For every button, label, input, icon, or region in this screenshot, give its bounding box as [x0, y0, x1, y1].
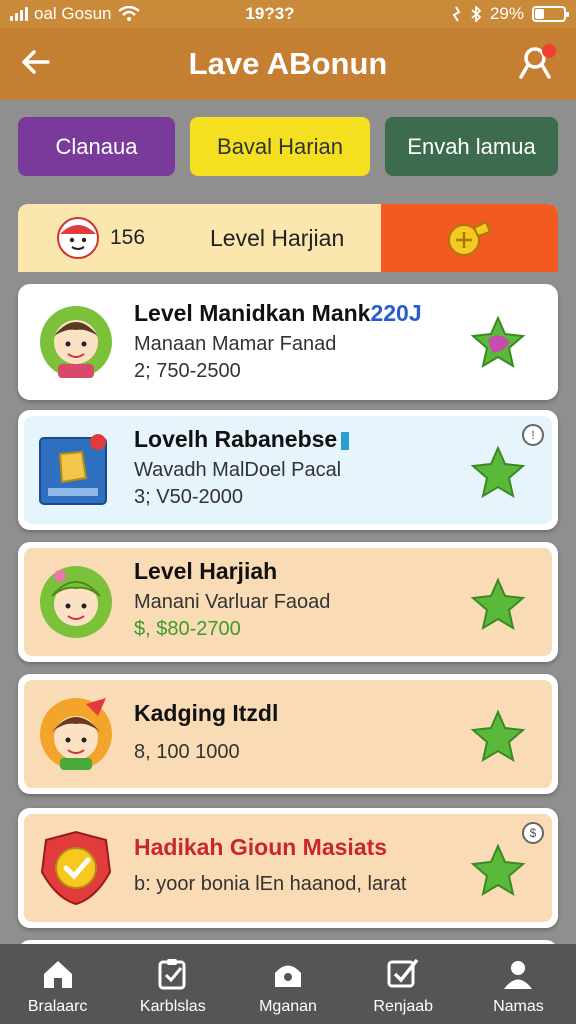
battery-icon	[532, 6, 569, 22]
checkbox-icon	[387, 958, 419, 988]
page-title: Lave ABonun	[188, 46, 388, 81]
nav-label: Mganan	[259, 998, 317, 1015]
status-bar: oal Gosun 19?3? 29%	[0, 0, 576, 28]
badge-check-icon	[40, 830, 112, 906]
back-arrow-icon[interactable]	[18, 44, 54, 80]
nav-label: Bralaarc	[27, 998, 88, 1015]
tab-clanaua[interactable]: Clanaua	[18, 117, 175, 176]
character-girl-icon	[40, 306, 112, 378]
nav-label: Namas	[493, 998, 544, 1015]
card-range: $, $80-2700	[134, 618, 241, 640]
signal-icon	[10, 7, 28, 21]
info-icon[interactable]: $	[522, 822, 544, 844]
star-icon[interactable]	[468, 842, 528, 898]
character-girl-icon	[40, 566, 112, 638]
list-item[interactable]: Hadikah Gioun Masiats b: yoor bonia lEn …	[18, 808, 558, 928]
battery-percent: 29%	[489, 4, 524, 23]
star-icon[interactable]	[468, 576, 528, 632]
summary-count: 156	[110, 226, 146, 249]
nav-label: Renjaab	[373, 998, 434, 1015]
card-title: Level Manidkan Mank	[134, 300, 371, 326]
list-item[interactable]: Kadging Itzdl 8, 100 1000	[18, 674, 558, 794]
card-range: 2; 750-2500	[134, 360, 241, 382]
main-content: Clanaua Baval Harian Envah lamua 156 Lev…	[0, 100, 576, 944]
card-title-marker	[341, 431, 350, 450]
user-icon	[504, 961, 533, 989]
card-title: Kadging Itzdl	[134, 700, 279, 726]
nav-item-karblslas[interactable]: Karblslas	[115, 944, 230, 1024]
app-header: Lave ABonun	[0, 28, 576, 100]
list-item[interactable]: Level Harjiah Manani Varluar Faoad $, $8…	[18, 542, 558, 662]
info-icon[interactable]: !	[522, 424, 544, 446]
list-item[interactable]: Level Manidkan Mank220J Manaan Mamar Fan…	[18, 284, 558, 400]
card-range: 3; V50-2000	[134, 486, 243, 508]
avatar	[57, 217, 99, 259]
card-subtitle: Wavadh MalDoel Pacal	[134, 459, 342, 481]
nav-item-namas[interactable]: Namas	[461, 944, 576, 1024]
card-subtitle: Manaan Mamar Fanad	[134, 333, 337, 355]
card-title-suffix: 220J	[370, 300, 422, 326]
summary-header: 156 Level Harjian	[18, 204, 558, 272]
nav-item-bralaarc[interactable]: Bralaarc	[0, 944, 115, 1024]
bluetooth-icon	[471, 6, 482, 22]
bottom-nav: Bralaarc Karblslas Mganan Renjaab Namas	[0, 944, 576, 1024]
house-icon	[275, 965, 301, 987]
character-kid-icon	[40, 698, 112, 770]
status-time: 19?3?	[245, 4, 295, 23]
checklist-icon	[158, 959, 186, 990]
card-subtitle: Manani Varluar Faoad	[134, 591, 331, 613]
card-range: b: yoor bonia lEn haanod, larat	[134, 873, 407, 895]
gift-box-icon	[39, 434, 107, 505]
star-icon[interactable]	[468, 444, 528, 500]
list-item[interactable]: Lovelh Rabanebse Wavadh MalDoel Pacal 3;…	[18, 410, 558, 530]
nav-item-renjaab[interactable]: Renjaab	[346, 944, 461, 1024]
card-title: Level Harjiah	[134, 558, 278, 584]
card-range: 8, 100 1000	[134, 741, 240, 763]
card-title: Lovelh Rabanebse	[134, 426, 338, 452]
tab-baval-harian[interactable]: Baval Harian	[190, 117, 370, 176]
tab-envah-lamua[interactable]: Envah lamua	[385, 117, 558, 176]
nav-label: Karblslas	[139, 998, 206, 1015]
badge-settings-icon[interactable]	[516, 40, 560, 84]
home-icon	[43, 961, 72, 988]
summary-label: Level Harjian	[210, 224, 345, 251]
coin-button[interactable]	[381, 204, 558, 272]
coin-icon	[447, 220, 491, 256]
alarm-icon	[452, 6, 461, 22]
star-icon[interactable]	[468, 708, 528, 764]
star-icon[interactable]	[468, 314, 528, 370]
nav-item-mganan[interactable]: Mganan	[230, 944, 345, 1024]
tab-bar: Clanaua Baval Harian Envah lamua	[18, 117, 558, 176]
card-title: Hadikah Gioun Masiats	[134, 834, 388, 860]
